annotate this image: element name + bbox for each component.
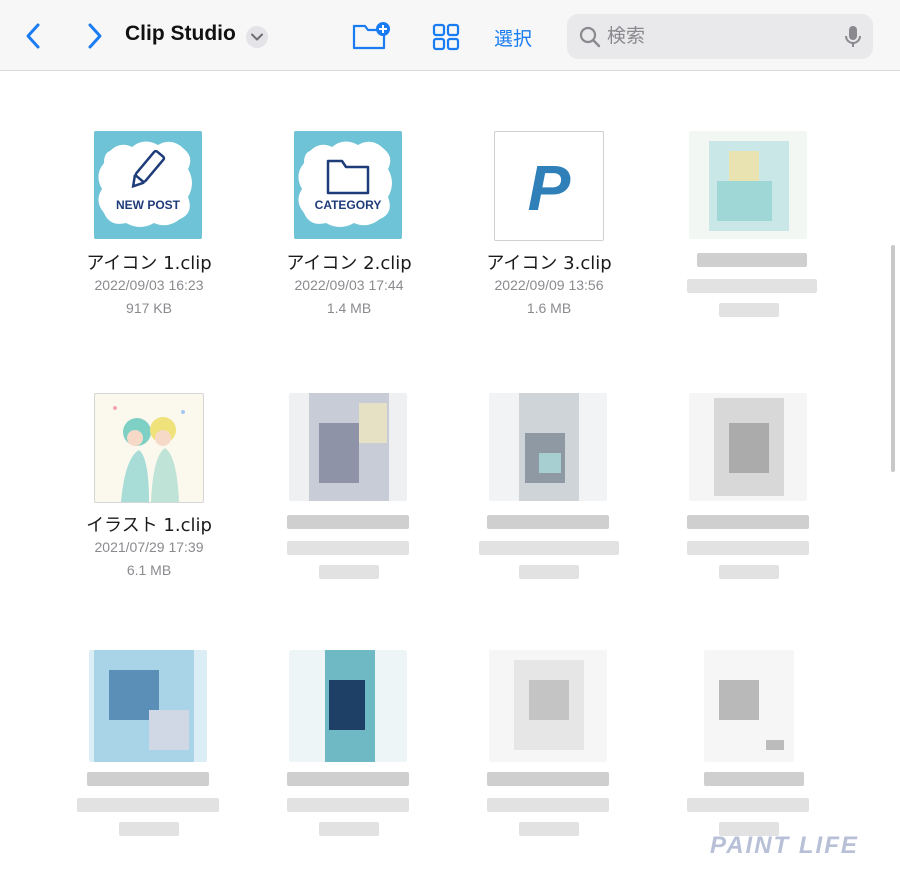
blurred-thumbnail xyxy=(689,131,807,239)
file-size: 1.4 MB xyxy=(326,300,372,316)
file-date: 2022/09/09 13:56 xyxy=(494,277,604,293)
chevron-right-icon xyxy=(88,23,102,49)
vertical-scrollbar[interactable] xyxy=(891,245,895,472)
file-thumbnail: P xyxy=(494,131,604,241)
letter-p-artwork: P xyxy=(528,152,571,224)
new-post-artwork: NEW POST xyxy=(98,141,192,227)
file-name: アイコン 2.clip xyxy=(286,253,412,274)
category-artwork: CATEGORY xyxy=(298,141,392,227)
blurred-file-item[interactable] xyxy=(649,650,849,850)
blurred-thumbnail xyxy=(289,393,407,501)
blurred-date xyxy=(687,798,809,812)
file-item[interactable]: イラスト 1.clip 2021/07/29 17:39 6.1 MB xyxy=(49,393,249,593)
blurred-size xyxy=(319,565,379,579)
search-bar[interactable] xyxy=(567,14,873,59)
file-size: 917 KB xyxy=(126,300,172,316)
view-mode-button[interactable] xyxy=(432,23,460,51)
blurred-date xyxy=(687,279,817,293)
file-thumbnail: NEW POST xyxy=(94,131,202,239)
blurred-thumbnail xyxy=(689,393,807,501)
title-menu-button[interactable] xyxy=(246,26,268,48)
blurred-date xyxy=(287,798,409,812)
chevron-down-icon xyxy=(251,33,263,41)
blurred-file-item[interactable] xyxy=(649,393,849,593)
blurred-file-item[interactable] xyxy=(49,650,249,850)
blurred-size xyxy=(719,303,779,317)
file-size: 1.6 MB xyxy=(526,300,572,316)
grid-view-icon xyxy=(432,23,460,51)
blurred-size xyxy=(519,822,579,836)
blurred-size xyxy=(519,565,579,579)
blurred-name xyxy=(287,515,409,529)
blurred-date xyxy=(687,541,809,555)
search-input[interactable] xyxy=(607,23,837,49)
file-name: イラスト 1.clip xyxy=(86,515,212,536)
folder-title[interactable]: Clip Studio xyxy=(125,22,236,46)
blurred-name xyxy=(704,772,804,786)
select-button[interactable]: 選択 xyxy=(494,24,532,51)
blurred-date xyxy=(487,798,609,812)
blurred-thumbnail xyxy=(289,650,407,762)
blurred-name xyxy=(697,253,807,267)
illustration-artwork xyxy=(113,406,185,502)
blurred-date xyxy=(287,541,409,555)
blurred-thumbnail xyxy=(704,650,794,762)
file-item[interactable]: NEW POST アイコン 1.clip 2022/09/03 16:23 91… xyxy=(49,131,249,331)
toolbar: Clip Studio 選択 xyxy=(0,0,900,71)
new-folder-button[interactable] xyxy=(352,20,392,52)
watermark: PAINT LIFE xyxy=(710,832,859,859)
folder-plus-icon xyxy=(352,22,390,50)
blurred-thumbnail xyxy=(489,650,607,762)
file-date: 2021/07/29 17:39 xyxy=(94,539,204,555)
file-thumbnail: CATEGORY xyxy=(294,131,402,239)
search-icon xyxy=(579,26,601,48)
blurred-date xyxy=(77,798,219,812)
blurred-file-item[interactable] xyxy=(449,393,649,593)
file-thumbnail xyxy=(94,393,204,503)
blurred-file-item[interactable] xyxy=(649,131,849,331)
forward-button[interactable] xyxy=(80,18,110,54)
blurred-date xyxy=(479,541,619,555)
file-date: 2022/09/03 16:23 xyxy=(94,277,204,293)
blurred-size xyxy=(719,565,779,579)
blurred-file-item[interactable] xyxy=(449,650,649,850)
blurred-name xyxy=(487,772,609,786)
file-date: 2022/09/03 17:44 xyxy=(294,277,404,293)
svg-text:NEW POST: NEW POST xyxy=(116,198,181,212)
blurred-thumbnail xyxy=(489,393,607,501)
svg-text:CATEGORY: CATEGORY xyxy=(315,198,382,212)
file-size: 6.1 MB xyxy=(126,562,172,578)
back-button[interactable] xyxy=(18,18,48,54)
blurred-file-item[interactable] xyxy=(249,650,449,850)
blurred-size xyxy=(119,822,179,836)
file-name: アイコン 1.clip xyxy=(86,253,212,274)
file-item[interactable]: CATEGORY アイコン 2.clip 2022/09/03 17:44 1.… xyxy=(249,131,449,331)
blurred-size xyxy=(319,822,379,836)
file-name: アイコン 3.clip xyxy=(486,253,612,274)
microphone-icon[interactable] xyxy=(843,25,863,49)
blurred-file-item[interactable] xyxy=(249,393,449,593)
svg-text:P: P xyxy=(528,152,571,224)
chevron-left-icon xyxy=(26,23,40,49)
blurred-thumbnail xyxy=(89,650,207,762)
blurred-name xyxy=(87,772,209,786)
file-item[interactable]: P アイコン 3.clip 2022/09/09 13:56 1.6 MB xyxy=(449,131,649,331)
blurred-name xyxy=(687,515,809,529)
file-grid: NEW POST アイコン 1.clip 2022/09/03 16:23 91… xyxy=(0,70,900,881)
blurred-name xyxy=(487,515,609,529)
blurred-name xyxy=(287,772,409,786)
